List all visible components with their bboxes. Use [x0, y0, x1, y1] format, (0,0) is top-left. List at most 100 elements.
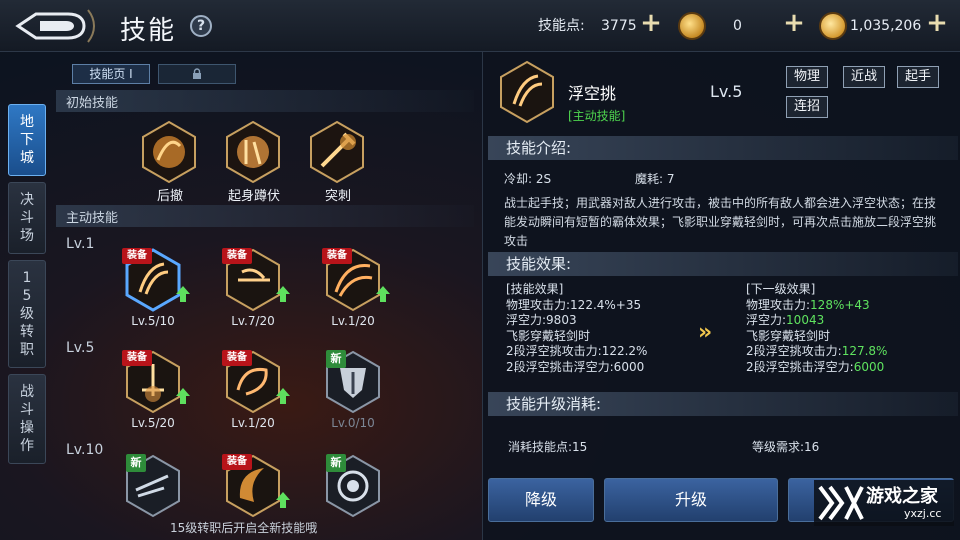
active-section-title: 主动技能 — [66, 211, 119, 226]
current-attack-value: 122.4%+35 — [570, 297, 642, 312]
tab-controls[interactable]: 战斗操作 — [8, 374, 46, 464]
skill-point-cost: 消耗技能点:15 — [508, 440, 588, 454]
next-second-attack-value: 127.8% — [841, 344, 888, 358]
basic-section-bar — [56, 90, 474, 112]
skill-type: [主动技能] — [568, 109, 626, 123]
current-attack-label: 物理攻击力: — [506, 297, 571, 312]
upgrade-button[interactable]: 升级 — [604, 478, 778, 522]
upgrade-arrow-icon — [276, 388, 290, 404]
side-tabs: 地下城 决斗场 15级转职 战斗操作 — [8, 104, 48, 470]
new-badge: 新 — [326, 350, 346, 368]
skill-crouch[interactable] — [224, 120, 282, 184]
current-sword-note: 飞影穿戴轻剑时 — [506, 328, 591, 343]
launch-skill-large-icon — [500, 60, 554, 124]
add-gold-button[interactable]: + — [926, 10, 948, 36]
skill-name-backstep: 后撤 — [156, 189, 183, 204]
add-coin-button[interactable]: + — [783, 10, 805, 36]
current-second-attack-value: 122.2% — [601, 344, 648, 358]
next-float-label: 浮空力: — [746, 313, 787, 327]
upgrade-cost-header: 技能升级消耗: — [488, 392, 958, 416]
tab-controls-label: 战斗操作 — [20, 384, 34, 454]
current-effect: [技能效果] 物理攻击力:122.4%+35 浮空力:9803 飞影穿戴轻剑时 … — [506, 282, 692, 386]
skill-level-launch: Lv.5/10 — [131, 314, 175, 328]
skill-thrust[interactable] — [308, 120, 366, 184]
skill-level-wave: Lv.1/20 — [331, 314, 375, 328]
site-watermark: 游戏之家 yxzj.cc — [814, 480, 954, 526]
skill-name-thrust: 突刺 — [324, 189, 351, 204]
next-attack: 物理攻击力:128%+43 — [746, 298, 946, 314]
level-requirement: 等级需求:16 — [752, 440, 820, 454]
tab-dungeon-label: 地下城 — [20, 114, 34, 166]
page-title: 技能 — [120, 16, 177, 46]
upgrade-arrow-icon — [176, 388, 190, 404]
skill-page-tab[interactable]: 技能页 I — [72, 64, 150, 84]
coin-icon — [678, 12, 706, 40]
coin-value: 0 — [733, 18, 742, 34]
equip-badge: 装备 — [322, 248, 352, 264]
yx-logo-icon — [818, 485, 864, 521]
skill-level-whirl: Lv.1/20 — [231, 416, 275, 430]
active-section-bar — [56, 205, 474, 227]
skill-points-label: 技能点: — [538, 18, 585, 34]
next-second-float: 2段浮空挑击浮空力:6000 — [746, 360, 946, 376]
skill-level: Lv.5 — [710, 82, 743, 101]
current-second-float: 2段浮空挑击浮空力:6000 — [506, 359, 645, 374]
equip-badge: 装备 — [122, 248, 152, 264]
tab-dungeon[interactable]: 地下城 — [8, 104, 46, 176]
next-float-value: 10043 — [786, 313, 825, 327]
current-attack: 物理攻击力:122.4%+35 — [506, 298, 692, 314]
next-float: 浮空力:10043 — [746, 313, 946, 329]
equip-badge: 装备 — [222, 454, 252, 470]
next-second-float-label: 2段浮空挑击浮空力: — [746, 359, 854, 374]
upgrade-arrow-icon — [276, 492, 290, 508]
watermark-brand: 游戏之家 — [866, 486, 938, 507]
skill-name: 浮空挑 — [568, 84, 617, 103]
backstep-skill-icon — [142, 120, 196, 184]
help-icon[interactable]: ? — [190, 15, 212, 37]
lock-icon — [193, 68, 201, 79]
selected-skill-icon — [498, 60, 556, 124]
tab-job-change[interactable]: 15级转职 — [8, 260, 46, 368]
tag-physical: 物理 — [786, 66, 829, 88]
upgrade-arrow-icon — [376, 286, 390, 302]
cooldown: 冷却: 2S — [504, 172, 552, 186]
skill-name-crouch: 起身蹲伏 — [227, 189, 280, 204]
top-bar: 技能 ? 技能点: 3775 + 0 + 1,035,206 + — [0, 0, 960, 52]
tag-starter: 起手 — [897, 66, 940, 88]
next-effect: [下一级效果] 物理攻击力:128%+43 浮空力:10043 飞影穿戴轻剑时 … — [746, 282, 946, 386]
skill-backstep[interactable] — [140, 120, 198, 184]
mana-cost: 魔耗: 7 — [635, 172, 675, 186]
add-skill-points-button[interactable]: + — [640, 10, 662, 36]
downgrade-button[interactable]: 降级 — [488, 478, 594, 522]
new-badge: 新 — [126, 454, 146, 472]
tab-job-change-label: 15级转职 — [20, 270, 34, 358]
row-level-10: Lv.10 — [66, 442, 104, 458]
skill-level-ground-strike: Lv.5/20 — [131, 416, 175, 430]
current-float-value: 9803 — [546, 313, 577, 327]
next-effect-title: [下一级效果] — [746, 282, 816, 296]
current-second-attack: 2段浮空挑攻击力:122.2% — [506, 344, 692, 360]
tab-duel[interactable]: 决斗场 — [8, 182, 46, 254]
tag-combo: 连招 — [786, 96, 829, 118]
job-change-hint: 15级转职后开启全新技能哦 — [170, 521, 318, 535]
skill-level-slash: Lv.7/20 — [231, 314, 275, 328]
upgrade-arrow-icon — [276, 286, 290, 302]
next-attack-label: 物理攻击力: — [746, 297, 811, 312]
watermark-url: yxzj.cc — [904, 507, 942, 520]
equip-badge: 装备 — [222, 350, 252, 366]
next-second-attack: 2段浮空挑攻击力:127.8% — [746, 344, 946, 360]
intro-header: 技能介绍: — [488, 136, 958, 160]
next-sword-note: 飞影穿戴轻剑时 — [746, 328, 831, 343]
current-float: 浮空力:9803 — [506, 313, 692, 329]
locked-page-tab[interactable] — [158, 64, 236, 84]
row-level-5: Lv.5 — [66, 340, 95, 356]
crouch-skill-icon — [226, 120, 280, 184]
equip-badge: 装备 — [222, 248, 252, 264]
equip-badge: 装备 — [122, 350, 152, 366]
back-button[interactable] — [10, 8, 100, 44]
current-float-label: 浮空力: — [506, 313, 547, 327]
thrust-skill-icon — [310, 120, 364, 184]
skill-points-value: 3775 — [601, 18, 637, 34]
next-attack-value: 128%+43 — [810, 297, 870, 312]
next-second-float-value: 6000 — [853, 359, 885, 374]
